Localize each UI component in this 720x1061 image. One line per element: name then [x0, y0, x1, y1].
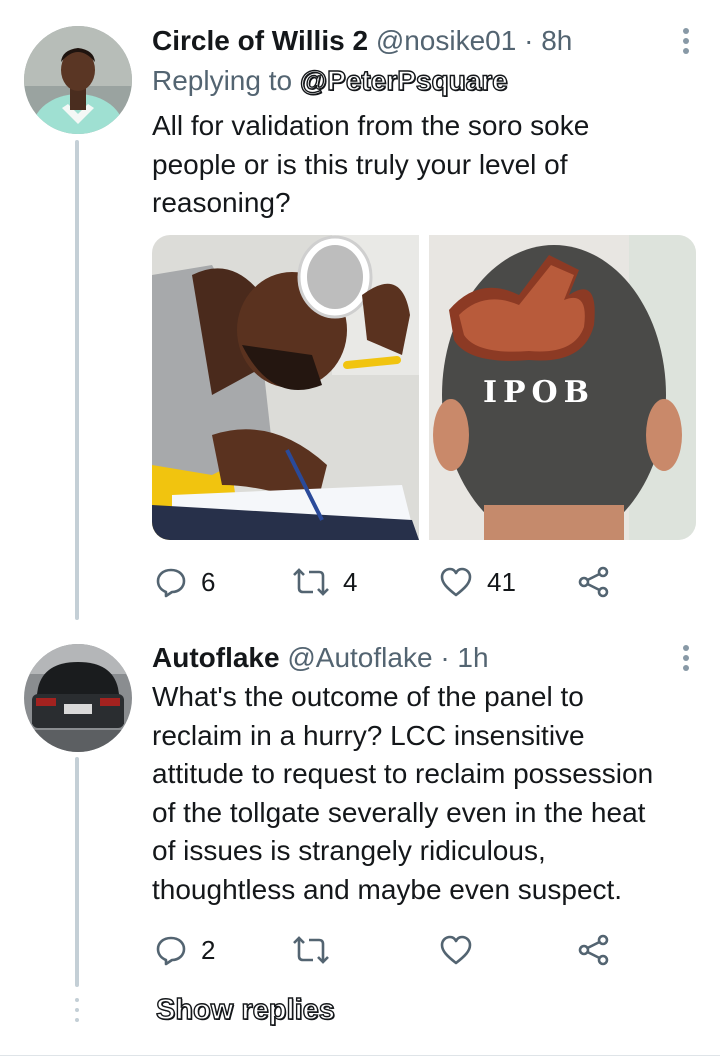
reply-icon — [156, 936, 186, 966]
media-image-right[interactable]: IPOB — [429, 235, 696, 540]
reply-count: 6 — [201, 566, 216, 597]
reply-icon — [156, 568, 186, 598]
share-icon — [578, 934, 609, 966]
replying-to-handle[interactable]: @PeterPsquare — [299, 64, 508, 96]
like-action[interactable] — [439, 930, 487, 970]
share-icon — [578, 566, 609, 598]
replying-to-label: Replying to — [152, 65, 293, 96]
retweet-action[interactable]: 4 — [293, 562, 357, 602]
more-options-icon[interactable] — [682, 645, 690, 675]
reply-action[interactable]: 6 — [155, 562, 215, 602]
tweet-header: Circle of Willis 2 @nosike01 · 8h — [152, 24, 572, 58]
retweet-icon — [293, 568, 329, 596]
retweet-count: 4 — [343, 566, 358, 597]
handle[interactable]: @Autoflake — [287, 642, 432, 673]
timestamp[interactable]: 8h — [541, 25, 572, 56]
like-action[interactable]: 41 — [439, 562, 516, 602]
avatar[interactable] — [24, 26, 132, 134]
show-replies-link[interactable]: Show replies — [155, 993, 335, 1027]
timestamp[interactable]: 1h — [457, 642, 488, 673]
avatar[interactable] — [24, 644, 132, 752]
reply-action[interactable]: 2 — [155, 930, 215, 970]
display-name[interactable]: Autoflake — [152, 642, 280, 673]
tweet-header: Autoflake @Autoflake · 1h — [152, 641, 489, 675]
heart-icon — [440, 935, 472, 965]
like-count: 41 — [487, 566, 516, 597]
divider — [0, 1055, 720, 1056]
separator: · — [440, 642, 450, 673]
media-grid[interactable]: IPOB — [152, 235, 696, 540]
more-options-icon[interactable] — [682, 28, 690, 58]
replying-to: Replying to @PeterPsquare — [152, 64, 508, 98]
display-name[interactable]: Circle of Willis 2 — [152, 25, 368, 56]
share-action[interactable] — [577, 930, 611, 970]
media-overlay-text: IPOB — [482, 375, 596, 410]
handle[interactable]: @nosike01 — [376, 25, 517, 56]
retweet-action[interactable] — [293, 930, 343, 970]
separator: · — [524, 25, 534, 56]
thread-line-bottom — [75, 757, 79, 987]
thread-line-top — [75, 140, 79, 620]
tweet-actions: 2 — [152, 930, 622, 970]
tweet-text: All for validation from the soro soke pe… — [152, 110, 590, 218]
retweet-icon — [293, 936, 329, 964]
media-image-left[interactable] — [152, 235, 419, 540]
heart-icon — [440, 567, 472, 597]
share-action[interactable] — [577, 562, 611, 602]
tweet-text: What's the outcome of the panel to recla… — [152, 681, 654, 905]
reply-count: 2 — [201, 934, 216, 965]
tweet-actions: 6 4 41 — [152, 562, 622, 602]
